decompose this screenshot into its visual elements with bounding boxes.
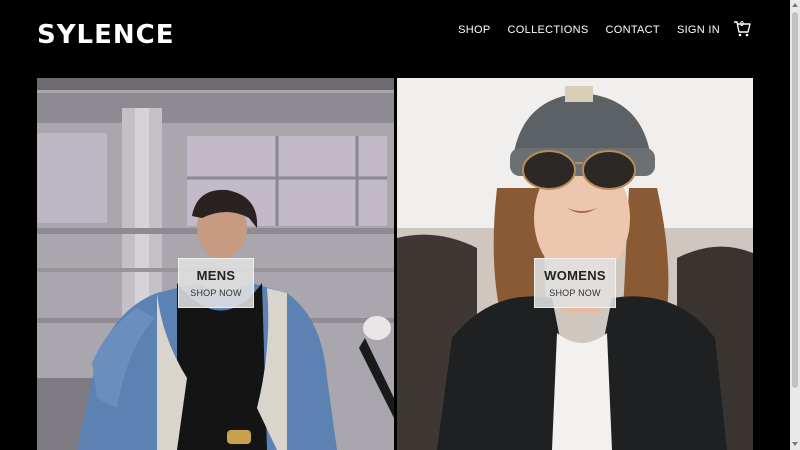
nav-contact[interactable]: CONTACT (605, 22, 659, 38)
site-logo[interactable]: SYLENCE (37, 20, 174, 50)
cart-button[interactable]: 0 (733, 20, 751, 38)
main-nav: SHOP COLLECTIONS CONTACT SIGN IN (458, 22, 720, 38)
womens-panel[interactable]: WOMENS SHOP NOW (397, 78, 753, 450)
scroll-thumb[interactable] (792, 12, 798, 388)
page-scrollbar[interactable] (790, 0, 800, 450)
nav-collections[interactable]: COLLECTIONS (508, 22, 589, 38)
nav-shop[interactable]: SHOP (458, 22, 490, 38)
womens-shop-now[interactable]: SHOP NOW (535, 286, 615, 300)
mens-title: MENS (196, 268, 236, 283)
mens-shop-now[interactable]: SHOP NOW (179, 286, 253, 300)
mens-panel[interactable]: MENS SHOP NOW (37, 78, 394, 450)
scroll-up-icon[interactable] (792, 3, 798, 7)
site-header: SYLENCE SHOP COLLECTIONS CONTACT SIGN IN… (0, 0, 790, 78)
cart-count: 0 (740, 21, 744, 28)
scroll-down-icon[interactable] (792, 442, 798, 446)
womens-title: WOMENS (544, 268, 606, 283)
womens-category-button[interactable]: WOMENS SHOP NOW (534, 258, 616, 308)
nav-sign-in[interactable]: SIGN IN (677, 22, 720, 38)
mens-category-button[interactable]: MENS SHOP NOW (178, 258, 254, 308)
